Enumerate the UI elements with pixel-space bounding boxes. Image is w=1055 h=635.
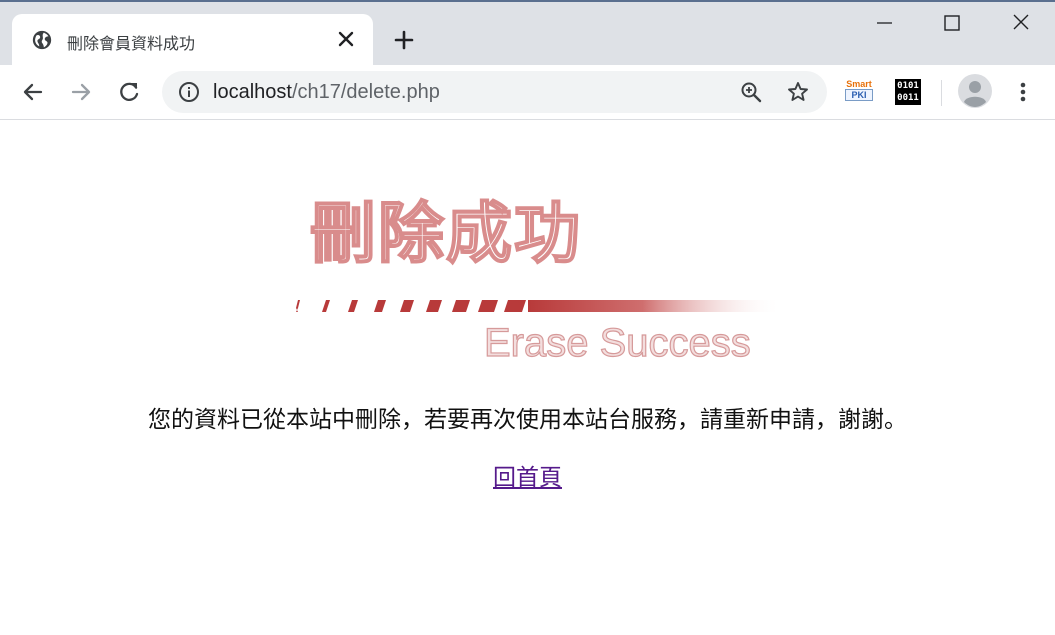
toolbar-separator [941, 80, 942, 106]
banner-subtitle: Erase Success [484, 321, 751, 363]
info-icon[interactable] [178, 81, 200, 103]
profile-avatar-icon[interactable] [958, 74, 992, 108]
address-bar[interactable]: localhost/ch17/delete.php [162, 71, 827, 113]
url-text[interactable]: localhost/ch17/delete.php [213, 81, 440, 104]
new-tab-icon[interactable] [392, 28, 416, 52]
zoom-icon[interactable] [739, 80, 763, 104]
minimize-icon[interactable] [864, 10, 906, 40]
browser-toolbar: localhost/ch17/delete.php Smart PKI 0101… [0, 65, 1055, 120]
reload-icon[interactable] [115, 78, 143, 106]
smart-pki-extension-icon[interactable]: Smart PKI [845, 79, 873, 105]
erase-success-banner: 刪除成功 Erase Success [296, 194, 782, 363]
url-path: /ch17/delete.php [291, 81, 440, 103]
globe-icon [32, 30, 52, 50]
smart-pki-line2: PKI [845, 89, 873, 101]
browser-tab[interactable]: 刪除會員資料成功 [12, 14, 373, 65]
home-link[interactable]: 回首頁 [493, 465, 562, 491]
banner-gradient-bar [528, 300, 782, 312]
close-window-icon[interactable] [1000, 10, 1042, 40]
close-tab-icon[interactable] [337, 30, 355, 48]
kebab-menu-icon[interactable] [1010, 78, 1036, 106]
binary-line2: 0011 [897, 93, 919, 103]
binary-line1: 0101 [897, 81, 919, 91]
smart-pki-line1: Smart [846, 79, 872, 89]
banner-stripes [296, 300, 526, 312]
binary-extension-icon[interactable]: 0101 0011 [895, 79, 921, 105]
banner-title: 刪除成功 [310, 195, 582, 272]
back-arrow-icon[interactable] [19, 78, 47, 106]
maximize-icon[interactable] [931, 10, 973, 40]
home-link-container: 回首頁 [0, 458, 1055, 492]
tab-title: 刪除會員資料成功 [67, 34, 196, 53]
bookmark-star-icon[interactable] [786, 80, 810, 104]
forward-arrow-icon[interactable] [67, 78, 95, 106]
url-host: localhost [213, 81, 292, 103]
deletion-message: 您的資料已從本站中刪除，若要再次使用本站台服務，請重新申請，謝謝。 [148, 407, 907, 433]
tab-strip: 刪除會員資料成功 [0, 2, 1055, 65]
